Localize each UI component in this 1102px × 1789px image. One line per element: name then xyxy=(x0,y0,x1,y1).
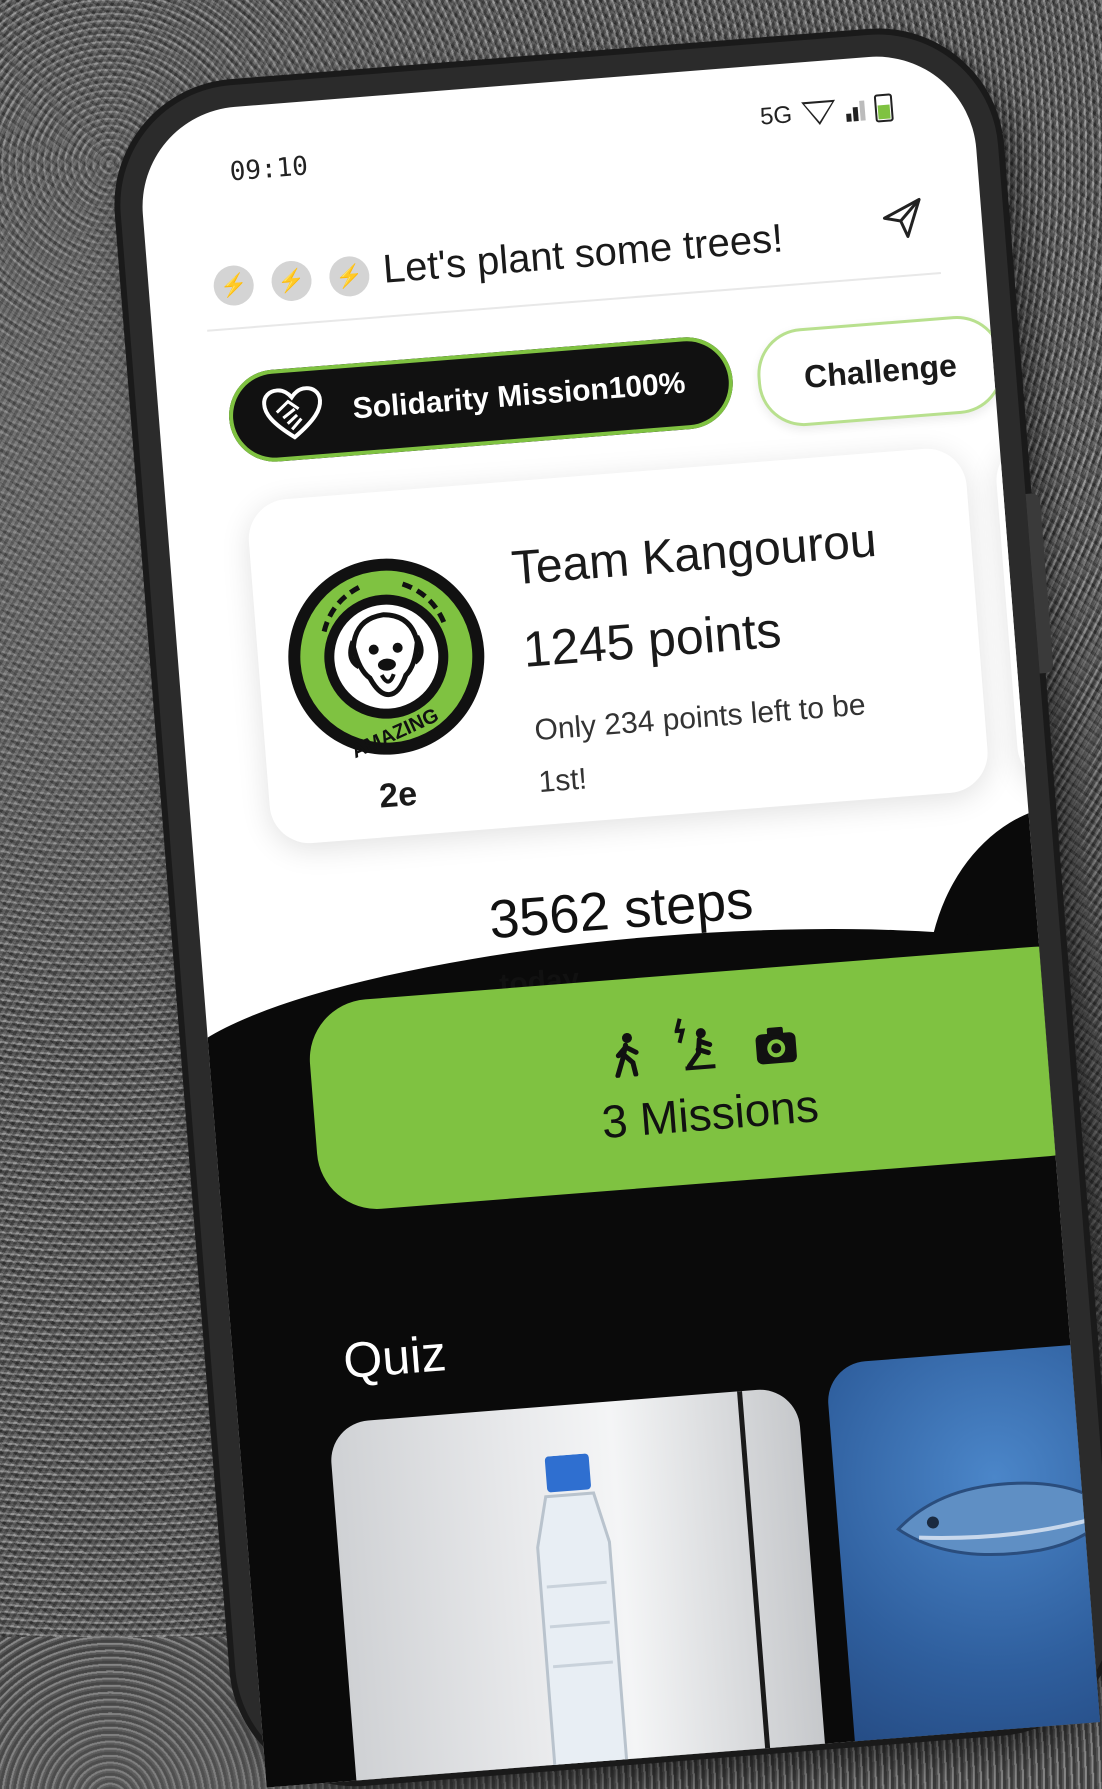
window-frame xyxy=(737,1391,774,1788)
team-badge: AMAZING xyxy=(288,558,485,763)
scooter-icon xyxy=(673,1018,716,1071)
points-left-note: Only 234 points left to be 1st! xyxy=(533,688,867,800)
status-bar: 09:10 5G xyxy=(228,93,896,197)
mission-icons xyxy=(610,1008,800,1079)
phone-frame: 09:10 5G ⚡ ⚡ ⚡ Let's plant some trees! S… xyxy=(111,25,1102,1789)
team-rank: 2e xyxy=(377,774,419,816)
status-time: 09:10 xyxy=(228,151,310,188)
team-card[interactable]: AMAZING 2e Team Kangourou 1245 points On… xyxy=(245,445,991,847)
network-label: 5G xyxy=(759,101,794,131)
status-indicators: 5G xyxy=(759,93,894,131)
bolt-icon: ⚡ xyxy=(270,259,314,303)
app-header: ⚡ ⚡ ⚡ Let's plant some trees! xyxy=(201,197,941,332)
send-icon[interactable] xyxy=(879,195,926,242)
signal-icon xyxy=(845,98,866,122)
wifi-icon xyxy=(801,100,837,127)
battery-icon xyxy=(873,93,894,123)
quiz-heading: Quiz xyxy=(341,1325,449,1390)
phone-screen: 09:10 5G ⚡ ⚡ ⚡ Let's plant some trees! S… xyxy=(135,49,1101,1788)
missions-label: 3 Missions xyxy=(599,1079,821,1149)
quiz-card-bottle[interactable] xyxy=(328,1386,829,1788)
energy-indicators: ⚡ ⚡ ⚡ xyxy=(212,254,371,308)
heart-handshake-icon xyxy=(262,386,322,440)
mission-label: Solidarity Mission100% xyxy=(351,366,687,426)
bolt-icon: ⚡ xyxy=(212,264,256,308)
solidarity-mission-pill[interactable]: Solidarity Mission100% xyxy=(225,333,737,466)
header-title: Let's plant some trees! xyxy=(381,216,785,292)
water-bottle-image xyxy=(536,1453,633,1788)
walk-icon xyxy=(615,1032,639,1079)
challenge-button[interactable]: Challenge xyxy=(753,312,1007,430)
bolt-icon: ⚡ xyxy=(327,254,371,298)
quiz-card-fish[interactable] xyxy=(825,1333,1101,1784)
team-name: Team Kangourou xyxy=(509,513,879,596)
team-points: 1245 points xyxy=(521,601,784,678)
camera-icon xyxy=(755,1026,797,1065)
tuna-fish-image xyxy=(896,1481,1101,1557)
